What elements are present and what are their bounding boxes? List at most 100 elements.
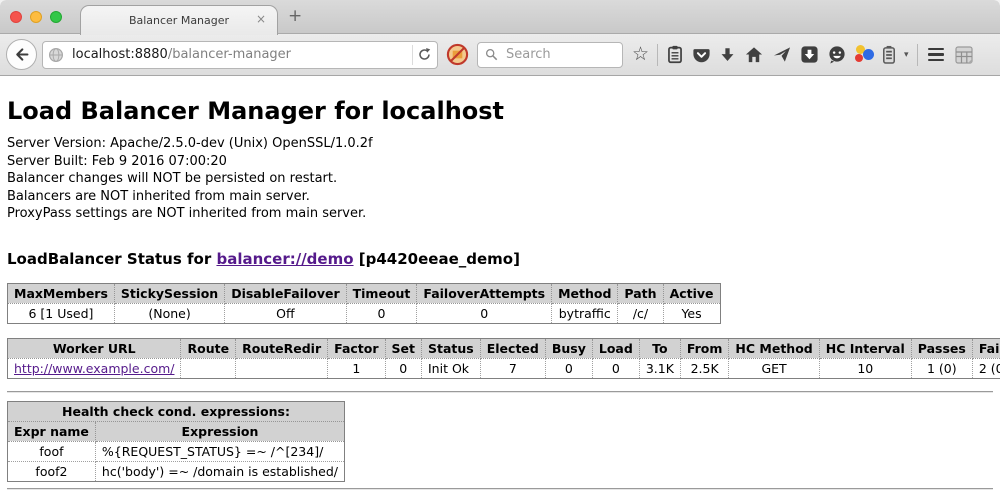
table-cell: 0 <box>545 358 592 378</box>
table-cell: (None) <box>114 303 224 323</box>
table-cell: 0 <box>346 303 417 323</box>
table-cell: 1 <box>328 358 385 378</box>
column-header: Status <box>422 338 481 358</box>
table-cell: 10 <box>819 358 911 378</box>
table-header-row: MaxMembers StickySession DisableFailover… <box>8 283 721 303</box>
expression-cell: %{REQUEST_STATUS} =~ /^[234]/ <box>95 441 344 461</box>
bookmark-star-icon[interactable]: ☆ <box>632 45 649 64</box>
table-cell: 2 (0) <box>972 358 1000 378</box>
table-cell: 2.5K <box>680 358 729 378</box>
table-cell <box>181 358 236 378</box>
table-cell: 0 <box>592 358 639 378</box>
navigation-toolbar: localhost:8880/balancer-manager ☆ <box>0 34 1000 76</box>
urlbar-divider <box>412 45 413 65</box>
worker-status-table: Worker URL Route RouteRedir Factor Set S… <box>7 338 1000 379</box>
column-header: Path <box>618 283 663 303</box>
column-header: Factor <box>328 338 385 358</box>
server-version-line: Server Version: Apache/2.5.0-dev (Unix) … <box>7 135 993 153</box>
column-header: Route <box>181 338 236 358</box>
table-cell: 1 (0) <box>911 358 972 378</box>
browser-window: Balancer Manager × + localhost:8880/bala… <box>0 0 1000 491</box>
downloads-icon[interactable] <box>719 46 736 64</box>
table-row: 6 [1 Used] (None) Off 0 0 bytraffic /c/ … <box>8 303 721 323</box>
home-icon[interactable] <box>744 45 764 64</box>
tab-bar: Balancer Manager × + <box>0 0 1000 34</box>
section-divider <box>7 391 993 393</box>
column-header: HC Method <box>729 338 819 358</box>
url-host: localhost:8880 <box>72 47 168 62</box>
column-header: MaxMembers <box>8 283 115 303</box>
table-row: http://www.example.com/ 1 0 Init Ok 7 0 … <box>8 358 1000 378</box>
column-header: Elected <box>480 338 545 358</box>
table-row: foof %{REQUEST_STATUS} =~ /^[234]/ <box>8 441 345 461</box>
tab-title: Balancer Manager <box>129 14 229 27</box>
page-bottom-divider <box>7 488 993 490</box>
tab-balancer-manager[interactable]: Balancer Manager × <box>80 5 278 35</box>
search-input[interactable] <box>504 46 604 63</box>
column-header: Set <box>385 338 421 358</box>
url-path: /balancer-manager <box>168 47 291 62</box>
address-bar[interactable]: localhost:8880/balancer-manager <box>42 41 438 69</box>
column-header: Worker URL <box>8 338 181 358</box>
overflow-caret-icon[interactable]: ▾ <box>904 50 909 60</box>
chat-smiley-icon[interactable] <box>827 45 847 64</box>
table-cell: 0 <box>385 358 421 378</box>
table-cell <box>236 358 328 378</box>
tab-close-icon[interactable]: × <box>256 13 266 25</box>
column-header: Method <box>552 283 618 303</box>
page-title: Load Balancer Manager for localhost <box>7 97 993 125</box>
back-button[interactable] <box>6 39 37 70</box>
back-arrow-icon <box>13 46 30 63</box>
table-cell: bytraffic <box>552 303 618 323</box>
column-header: Load <box>592 338 639 358</box>
column-header: StickySession <box>114 283 224 303</box>
grid-extension-icon[interactable] <box>954 45 974 65</box>
video-download-icon[interactable] <box>800 45 819 64</box>
loadbalancer-status-heading: LoadBalancer Status for balancer://demo … <box>7 250 993 268</box>
search-bar[interactable] <box>477 42 623 68</box>
column-header: Timeout <box>346 283 417 303</box>
battery-extension-icon[interactable] <box>882 45 896 64</box>
server-info: Server Version: Apache/2.5.0-dev (Unix) … <box>7 135 993 223</box>
window-zoom-button[interactable] <box>50 11 62 23</box>
table-row: foof2 hc('body') =~ /domain is establish… <box>8 461 345 481</box>
worker-url-cell: http://www.example.com/ <box>8 358 181 378</box>
window-close-button[interactable] <box>10 11 22 23</box>
column-header: To <box>639 338 680 358</box>
menu-hamburger-icon[interactable] <box>926 46 946 64</box>
window-minimize-button[interactable] <box>30 11 42 23</box>
balancer-demo-link[interactable]: balancer://demo <box>216 250 353 268</box>
column-header: Passes <box>911 338 972 358</box>
table-header-row: Worker URL Route RouteRedir Factor Set S… <box>8 338 1000 358</box>
send-plane-icon[interactable] <box>772 45 792 64</box>
proxypass-notice-line: ProxyPass settings are NOT inherited fro… <box>7 205 993 223</box>
table-cell: 3.1K <box>639 358 680 378</box>
url-text[interactable]: localhost:8880/balancer-manager <box>72 47 291 62</box>
toolbar-icon-strip: ☆ <box>632 44 974 66</box>
site-identity-globe-icon[interactable] <box>48 47 64 63</box>
inherit-notice-line: Balancers are NOT inherited from main se… <box>7 188 993 206</box>
column-header: Expr name <box>8 421 96 441</box>
table-cell: GET <box>729 358 819 378</box>
new-tab-button[interactable]: + <box>288 6 302 26</box>
table-cell: 6 [1 Used] <box>8 303 115 323</box>
search-icon <box>485 48 498 61</box>
health-check-title: Health check cond. expressions: <box>8 401 345 421</box>
toolbar-divider <box>657 44 658 66</box>
table-title-row: Health check cond. expressions: <box>8 401 345 421</box>
column-header: Fails <box>972 338 1000 358</box>
expr-name-cell: foof2 <box>8 461 96 481</box>
reload-icon[interactable] <box>417 47 432 62</box>
content-blocker-icon[interactable] <box>446 43 469 66</box>
page-content: Load Balancer Manager for localhost Serv… <box>0 97 1000 490</box>
status-heading-suffix: [p4420eeae_demo] <box>354 250 520 268</box>
worker-url-link[interactable]: http://www.example.com/ <box>14 361 174 376</box>
health-check-table: Health check cond. expressions: Expr nam… <box>7 401 345 482</box>
clipboard-icon[interactable] <box>666 45 684 64</box>
persist-notice-line: Balancer changes will NOT be persisted o… <box>7 170 993 188</box>
status-heading-prefix: LoadBalancer Status for <box>7 250 216 268</box>
colored-dots-extension-icon[interactable] <box>855 45 874 64</box>
pocket-icon[interactable] <box>692 46 711 64</box>
expr-name-cell: foof <box>8 441 96 461</box>
table-cell: /c/ <box>618 303 663 323</box>
